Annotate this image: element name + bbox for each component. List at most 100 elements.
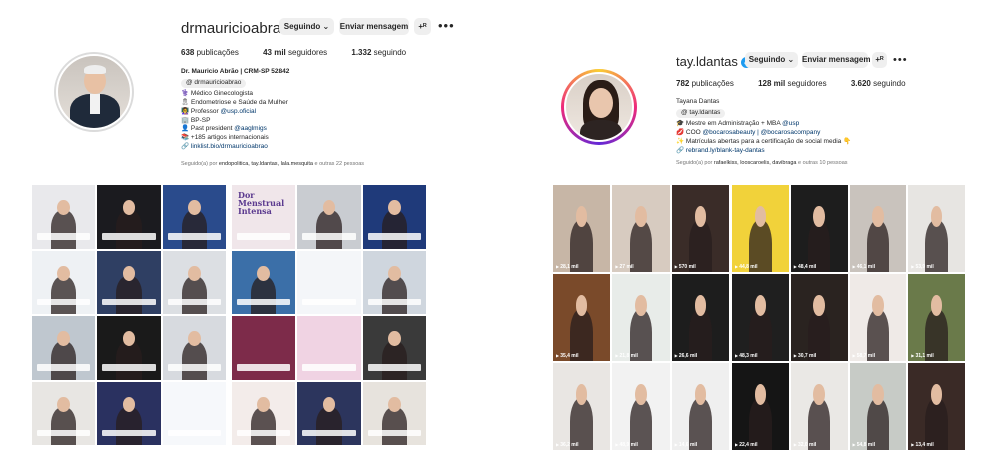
posts-count: 782 publicações <box>676 79 734 88</box>
threads-link[interactable]: @ drmauricioabrao <box>181 78 247 88</box>
post-thumbnail[interactable]: 30,7 mil <box>790 274 848 361</box>
post-thumbnail[interactable] <box>297 250 361 314</box>
post-thumbnail[interactable] <box>297 316 361 380</box>
bio-link[interactable]: 🔗 linklist.bio/drmauricioabrao <box>181 143 289 152</box>
profile-drmauricioabrao: drmauricioabrao✓ Seguindo ⌄ Enviar mensa… <box>0 0 500 466</box>
post-thumbnail[interactable] <box>97 316 161 380</box>
followers-count[interactable]: 128 mil seguidores <box>758 79 827 88</box>
post-thumbnail[interactable] <box>232 250 296 314</box>
post-thumbnail[interactable]: 48,9 mil <box>612 363 670 450</box>
link-icon: 🔗 <box>181 143 190 151</box>
post-thumbnail[interactable]: 36,2 mil <box>553 363 611 450</box>
post-thumbnail[interactable] <box>97 250 161 314</box>
chevron-down-icon: ⌄ <box>787 55 795 64</box>
post-thumbnail[interactable] <box>232 381 296 445</box>
post-thumbnail[interactable]: 53,9 mil <box>908 185 965 272</box>
post-thumbnail[interactable]: 22,4 mil <box>732 363 789 450</box>
reel-view-count: 58,7 mil <box>853 353 875 359</box>
add-user-icon[interactable]: +ᴿ <box>414 18 431 35</box>
chevron-down-icon: ⌄ <box>322 22 330 31</box>
reel-view-count: 21,8 mil <box>615 353 638 359</box>
posts-grid-left <box>32 185 226 445</box>
post-thumbnail[interactable] <box>97 185 161 249</box>
following-count[interactable]: 3.620 seguindo <box>851 79 906 88</box>
profile-bio: Tayana Dantas @ tay.ldantas 🎓 Mestre em … <box>676 98 852 156</box>
mention-usp[interactable]: @usp.oficial <box>221 108 257 115</box>
reel-view-count: 27 mil <box>615 264 634 270</box>
post-thumbnail[interactable]: 27 mil <box>612 185 670 272</box>
reel-view-count: 30,7 mil <box>794 353 816 359</box>
post-thumbnail[interactable]: 13,4 mil <box>908 363 965 450</box>
followers-count[interactable]: 43 mil seguidores <box>263 48 327 57</box>
post-thumbnail[interactable] <box>162 381 226 445</box>
following-button[interactable]: Seguindo ⌄ <box>745 52 798 68</box>
threads-icon: @ <box>681 108 688 116</box>
mention-aagl[interactable]: @aaglmigs <box>234 125 267 132</box>
posts-count: 638 publicações <box>181 48 239 57</box>
post-thumbnail[interactable]: 14,6 mil <box>671 363 729 450</box>
post-thumbnail[interactable]: 46,1 mil <box>849 185 907 272</box>
post-thumbnail[interactable]: Dor Menstrual Intensa <box>232 185 296 249</box>
reels-grid-left: 28,1 mil 27 mil 570 mil 35,4 mil 21,8 mil 26,… <box>553 185 729 450</box>
reel-view-count: 46,1 mil <box>853 264 875 270</box>
post-thumbnail[interactable] <box>162 185 226 249</box>
reel-view-count: 14,6 mil <box>675 442 697 448</box>
threads-link[interactable]: @ tay.ldantas <box>676 108 726 118</box>
post-thumbnail[interactable]: 28,1 mil <box>553 185 611 272</box>
mention-usp[interactable]: @usp <box>782 120 799 127</box>
post-thumbnail[interactable]: 32,0 mil <box>790 363 848 450</box>
post-thumbnail[interactable]: 570 mil <box>671 185 729 272</box>
followed-by[interactable]: Seguido(a) por endopolitica, tay.ldantas… <box>181 161 364 167</box>
link-icon: 🔗 <box>676 146 685 154</box>
post-thumbnail[interactable]: 44,8 mil <box>732 185 789 272</box>
profile-bio: Dr. Mauricio Abrão | CRM-SP 52842 @ drma… <box>181 68 290 152</box>
post-thumbnail[interactable] <box>362 381 426 445</box>
reel-view-count: 570 mil <box>675 264 696 270</box>
post-thumbnail[interactable]: 58,7 mil <box>849 274 907 361</box>
post-thumbnail[interactable] <box>297 381 361 445</box>
post-thumbnail[interactable] <box>32 250 96 314</box>
following-button[interactable]: Seguindo ⌄ <box>279 18 334 35</box>
post-thumbnail[interactable]: 31,1 mil <box>908 274 965 361</box>
post-thumbnail[interactable]: 54,8 mil <box>849 363 907 450</box>
send-message-button[interactable]: Enviar mensagem <box>802 52 870 68</box>
post-thumbnail[interactable] <box>232 316 296 380</box>
reel-view-count: 31,1 mil <box>911 353 933 359</box>
reel-view-count: 22,4 mil <box>735 442 757 448</box>
reel-view-count: 26,6 mil <box>675 353 697 359</box>
post-thumbnail[interactable]: 48,4 mil <box>790 185 848 272</box>
reel-view-count: 48,3 mil <box>735 353 757 359</box>
profile-tay-ldantas: tay.ldantas✓ Seguindo ⌄ Enviar mensagem … <box>500 0 997 466</box>
display-name: Dr. Mauricio Abrão | CRM-SP 52842 <box>181 68 290 75</box>
profile-avatar-story[interactable] <box>561 69 637 145</box>
post-thumbnail[interactable] <box>32 381 96 445</box>
post-thumbnail[interactable] <box>162 316 226 380</box>
add-user-icon[interactable]: +ᴿ <box>872 52 887 68</box>
profile-stats: 782 publicações 128 mil seguidores 3.620… <box>676 79 928 88</box>
post-thumbnail[interactable] <box>362 316 426 380</box>
post-thumbnail[interactable]: 35,4 mil <box>553 274 611 361</box>
bio-link[interactable]: 🔗 rebrand.ly/blank-tay-dantas <box>676 147 851 156</box>
profile-avatar[interactable] <box>54 52 134 132</box>
mention-bocarosa[interactable]: @bocarosabeauty | @bocarosacompany <box>703 129 821 136</box>
post-thumbnail[interactable]: 26,6 mil <box>671 274 729 361</box>
more-options-icon[interactable]: ••• <box>893 55 908 66</box>
post-thumbnail[interactable]: 21,8 mil <box>612 274 670 361</box>
post-thumbnail[interactable] <box>32 316 96 380</box>
following-count[interactable]: 1.332 seguindo <box>351 48 406 57</box>
more-options-icon[interactable]: ••• <box>438 19 455 32</box>
post-thumbnail[interactable] <box>297 185 361 249</box>
post-thumbnail[interactable]: 48,3 mil <box>732 274 789 361</box>
post-thumbnail[interactable] <box>32 185 96 249</box>
reel-view-count: 35,4 mil <box>556 353 578 359</box>
post-thumbnail[interactable] <box>362 185 426 249</box>
reel-view-count: 32,0 mil <box>794 442 816 448</box>
send-message-button[interactable]: Enviar mensagem <box>339 18 409 35</box>
followed-by[interactable]: Seguido(a) por rafaelkiss, looscaroelis,… <box>676 160 848 166</box>
post-thumbnail[interactable] <box>162 250 226 314</box>
posts-grid-right: Dor Menstrual Intensa <box>232 185 426 445</box>
reel-view-count: 53,9 mil <box>911 264 933 270</box>
threads-icon: @ <box>186 78 193 86</box>
post-thumbnail[interactable] <box>362 250 426 314</box>
post-thumbnail[interactable] <box>97 381 161 445</box>
